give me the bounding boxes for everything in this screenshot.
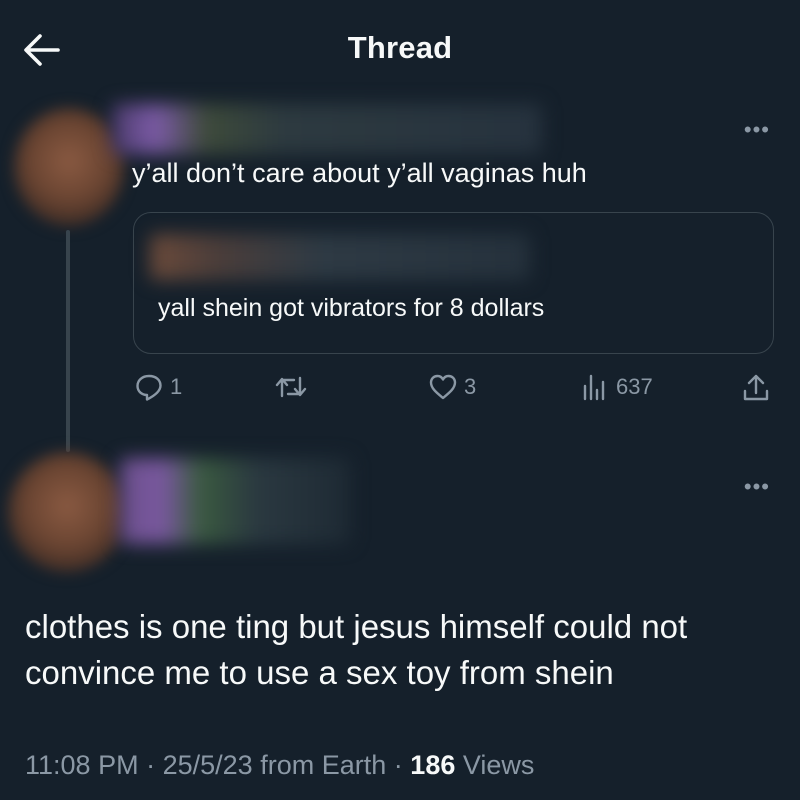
quoted-author-blurred [150, 234, 530, 280]
separator: · [393, 750, 403, 780]
views-total[interactable]: 186 [410, 750, 455, 780]
avatar[interactable] [14, 108, 124, 226]
avatar[interactable] [8, 452, 126, 572]
views-count: 637 [616, 374, 653, 399]
main-tweet-text: clothes is one ting but jesus himself co… [25, 608, 688, 691]
separator: · [146, 750, 156, 780]
like-button[interactable]: 3 [428, 372, 476, 402]
reply-button[interactable]: 1 [134, 372, 182, 402]
retweet-icon [275, 376, 307, 398]
retweet-button[interactable] [274, 372, 314, 402]
thread-connector-line [66, 230, 70, 452]
author-name-blurred[interactable] [120, 458, 350, 544]
header-bar: Thread [0, 0, 800, 100]
tweet-metadata: 11:08 PM · 25/5/23 from Earth · 186 View… [25, 750, 534, 781]
page-title: Thread [347, 30, 453, 65]
tweet-text: y’all don’t care about y’all vaginas huh [132, 158, 587, 188]
more-options-icon[interactable]: ••• [744, 117, 770, 143]
like-count: 3 [464, 374, 477, 399]
tweet-source: from Earth [260, 750, 387, 780]
reply-count: 1 [170, 374, 183, 399]
views-label: Views [462, 750, 535, 780]
share-button[interactable] [740, 372, 772, 404]
bar-chart-icon [583, 374, 605, 401]
tweet-date[interactable]: 25/5/23 [163, 750, 253, 780]
heart-icon [429, 374, 457, 400]
reply-icon [136, 374, 162, 401]
author-name-blurred[interactable] [112, 104, 542, 154]
share-icon [743, 374, 769, 401]
tweet-time[interactable]: 11:08 PM [25, 750, 139, 780]
quoted-tweet-text: yall shein got vibrators for 8 dollars [158, 294, 545, 322]
more-options-icon[interactable]: ••• [744, 474, 770, 500]
views-button[interactable]: 637 [580, 372, 653, 402]
